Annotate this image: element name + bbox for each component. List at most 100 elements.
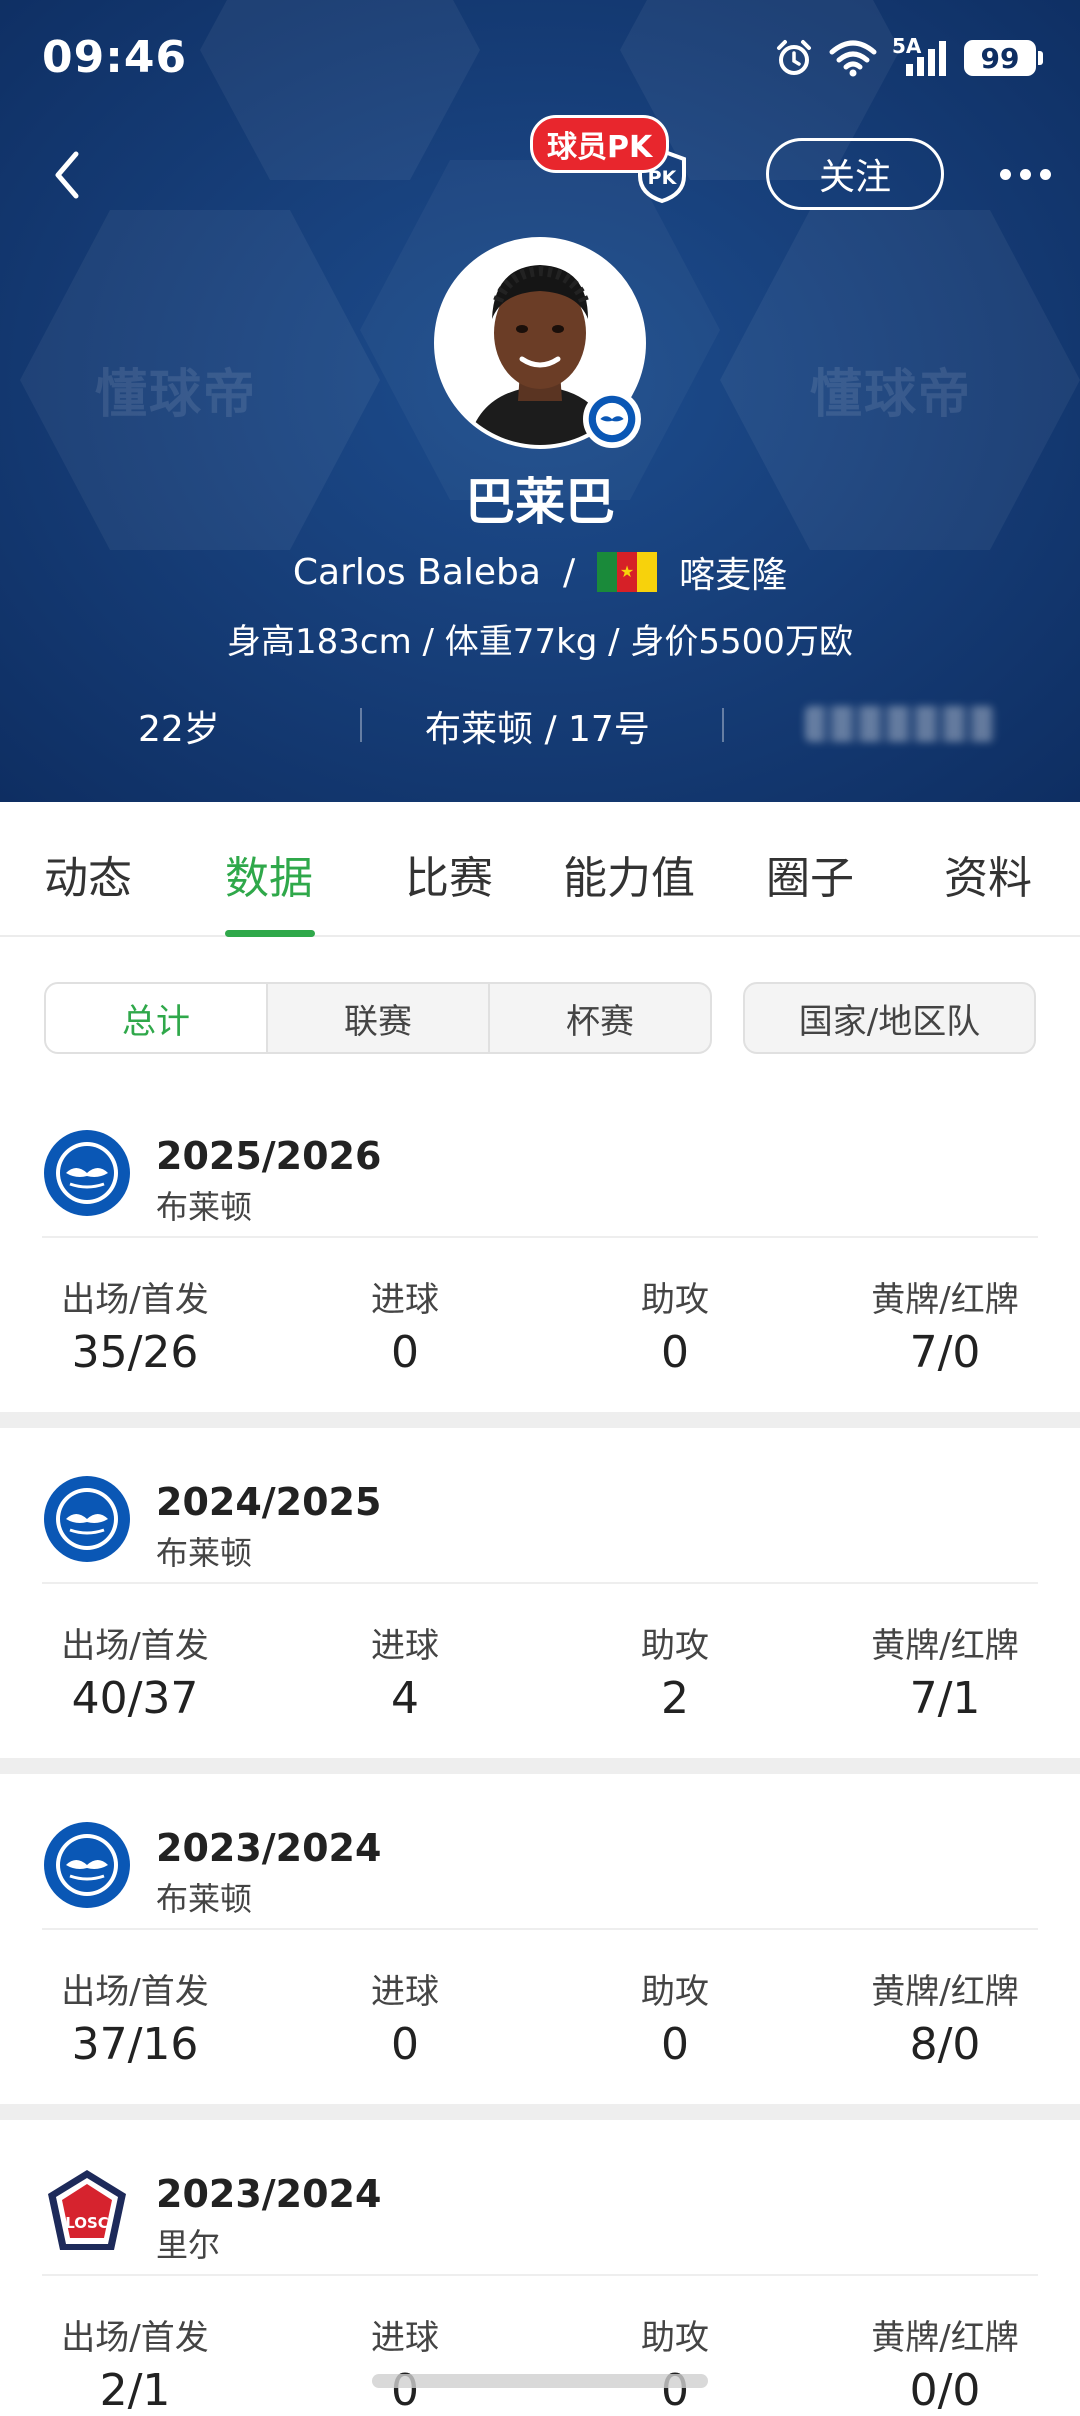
active-tab-indicator: [225, 930, 315, 937]
season-year: 2023/2024: [156, 2172, 382, 2216]
battery-icon: 99: [964, 40, 1043, 76]
stat-value: 0: [391, 2365, 419, 2416]
stat-assists: 助攻 0: [555, 1964, 795, 2070]
name-separator: /: [562, 551, 576, 593]
stat-label: 进球: [371, 1280, 439, 1320]
stat-label: 进球: [371, 1972, 439, 2012]
season-card[interactable]: 2023/2024 布莱顿 出场/首发 37/16 进球 0 助攻 0 黄牌/红牌 8/…: [0, 1790, 1080, 2120]
tab-news[interactable]: 动态: [44, 842, 132, 906]
tab-community[interactable]: 圈子: [766, 842, 854, 906]
season-card[interactable]: 2025/2026 布莱顿 出场/首发 35/26 进球 0 助攻 0 黄牌/红牌 7/…: [0, 1098, 1080, 1428]
stat-label: 黄牌/红牌: [871, 1972, 1019, 2012]
section-divider: [0, 1758, 1080, 1774]
stat-value: 35/26: [71, 1327, 199, 1378]
stat-label: 出场/首发: [61, 2318, 209, 2358]
stat-label: 黄牌/红牌: [871, 1280, 1019, 1320]
follow-button[interactable]: 关注: [766, 138, 944, 210]
stat-assists: 助攻 0: [555, 2310, 795, 2416]
season-card-header: 2023/2024 布莱顿: [42, 1790, 1038, 1930]
tab-ratings[interactable]: 能力值: [563, 842, 695, 906]
scroll-indicator[interactable]: [372, 2374, 708, 2388]
stat-label: 出场/首发: [61, 1972, 209, 2012]
stat-cards: 黄牌/红牌 7/0: [825, 1272, 1065, 1378]
season-team: 布莱顿: [156, 1188, 253, 1226]
season-card-header: 2025/2026 布莱顿: [42, 1098, 1038, 1238]
status-time: 09:46: [42, 32, 188, 83]
stat-label: 黄牌/红牌: [871, 2318, 1019, 2358]
player-physical-info: 身高183cm / 体重77kg / 身价5500万欧: [227, 622, 853, 662]
stat-label: 助攻: [641, 1280, 709, 1320]
divider: [360, 708, 362, 742]
stat-goals: 进球 0: [285, 2310, 525, 2416]
stat-value: 0: [661, 2019, 689, 2070]
more-options-icon[interactable]: [990, 150, 1060, 198]
filter-cup[interactable]: 杯赛: [488, 984, 710, 1052]
player-age: 22岁: [138, 709, 220, 750]
stat-cards: 黄牌/红牌 8/0: [825, 1964, 1065, 2070]
stat-apps: 出场/首发 37/16: [15, 1964, 255, 2070]
season-team: 里尔: [156, 2226, 221, 2264]
stat-value: 4: [391, 1673, 419, 1724]
stat-value: 0: [661, 2365, 689, 2416]
player-name-line: Carlos Baleba / ★ 喀麦隆: [0, 546, 1080, 598]
stat-goals: 进球 0: [285, 1272, 525, 1378]
tab-profile[interactable]: 资料: [944, 842, 1032, 906]
watermark: 懂球帝: [95, 365, 258, 425]
competition-filter: 总计 联赛 杯赛: [44, 982, 712, 1054]
stat-value: 37/16: [71, 2019, 199, 2070]
stat-value: 7/1: [909, 1673, 981, 1724]
stat-value: 7/0: [909, 1327, 981, 1378]
stat-goals: 进球 4: [285, 1618, 525, 1724]
back-arrow-icon[interactable]: [42, 140, 92, 210]
stat-value: 8/0: [909, 2019, 981, 2070]
brighton-logo-icon: [44, 1130, 130, 1216]
stat-value: 0: [391, 2019, 419, 2070]
stat-apps: 出场/首发 2/1: [15, 2310, 255, 2416]
cameroon-flag-icon: ★: [597, 552, 658, 592]
stat-assists: 助攻 0: [555, 1272, 795, 1378]
stat-value: 0: [391, 1327, 419, 1378]
season-card-header: 2024/2025 布莱顿: [42, 1444, 1038, 1584]
player-header: 懂球帝 懂球帝 09:46 5A 99 球员PK PK 关注 巴莱巴 Carlo…: [0, 0, 1080, 802]
signal-icon: 5A: [892, 34, 950, 78]
obscured-info: [805, 706, 995, 742]
player-meta-row: 22岁 布莱顿 / 17号: [0, 700, 1080, 750]
stat-label: 助攻: [641, 2318, 709, 2358]
filter-league[interactable]: 联赛: [266, 984, 488, 1052]
season-year: 2024/2025: [156, 1480, 382, 1524]
player-name-cn: 巴莱巴: [465, 473, 615, 531]
stat-label: 进球: [371, 2318, 439, 2358]
tab-matches[interactable]: 比赛: [405, 842, 493, 906]
battery-level: 99: [980, 41, 1020, 75]
stat-cards: 黄牌/红牌 7/1: [825, 1618, 1065, 1724]
stat-label: 助攻: [641, 1972, 709, 2012]
tab-stats[interactable]: 数据: [225, 842, 313, 906]
status-icons: 5A 99: [774, 34, 1043, 78]
watermark: 懂球帝: [810, 365, 973, 425]
tab-bar: 动态 数据 比赛 能力值 圈子 资料: [0, 802, 1080, 937]
stat-cards: 黄牌/红牌 0/0: [825, 2310, 1065, 2416]
brighton-logo-icon: [44, 1822, 130, 1908]
stat-value: 0: [661, 1327, 689, 1378]
stat-goals: 进球 0: [285, 1964, 525, 2070]
season-card[interactable]: LOSC 2023/2024 里尔 出场/首发 2/1 进球 0 助攻 0 黄牌/红牌…: [0, 2136, 1080, 2416]
season-team: 布莱顿: [156, 1534, 253, 1572]
filter-total[interactable]: 总计: [46, 984, 266, 1052]
svg-text:LOSC: LOSC: [65, 2214, 109, 2232]
stat-label: 出场/首发: [61, 1626, 209, 1666]
player-club-number: 布莱顿 / 17号: [425, 709, 650, 750]
brighton-logo-icon: [44, 1476, 130, 1562]
club-badge-icon: [583, 390, 641, 448]
section-divider: [0, 2104, 1080, 2120]
filter-national-team[interactable]: 国家/地区队: [743, 982, 1036, 1054]
stat-apps: 出场/首发 35/26: [15, 1272, 255, 1378]
season-year: 2023/2024: [156, 1826, 382, 1870]
stat-value: 2: [661, 1673, 689, 1724]
stat-label: 助攻: [641, 1626, 709, 1666]
stat-apps: 出场/首发 40/37: [15, 1618, 255, 1724]
player-pk-badge[interactable]: 球员PK: [530, 115, 670, 173]
divider: [722, 708, 724, 742]
stat-label: 进球: [371, 1626, 439, 1666]
season-card[interactable]: 2024/2025 布莱顿 出场/首发 40/37 进球 4 助攻 2 黄牌/红牌 7/…: [0, 1444, 1080, 1774]
stat-assists: 助攻 2: [555, 1618, 795, 1724]
